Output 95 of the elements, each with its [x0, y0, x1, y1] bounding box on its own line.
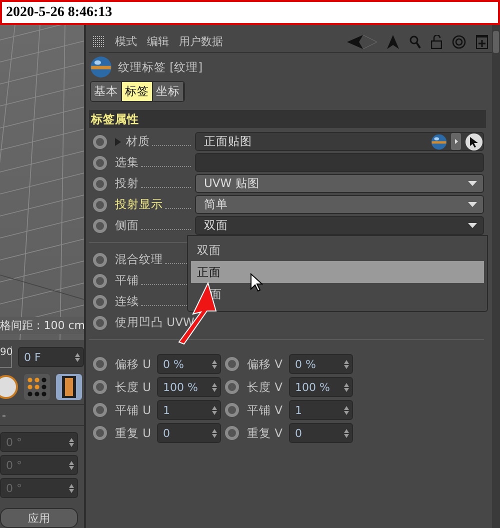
menu-item[interactable]: 模式	[115, 34, 137, 49]
number-field[interactable]: 1	[289, 400, 353, 420]
tab[interactable]: 坐标	[153, 82, 184, 101]
spinner-icon[interactable]	[212, 428, 217, 438]
property-label: 侧面	[115, 218, 139, 233]
keyframe-radio[interactable]	[93, 274, 107, 288]
spinner-icon[interactable]	[344, 406, 349, 414]
section-header: 标签属性	[89, 110, 486, 128]
dropdown-option[interactable]: 双面	[191, 239, 484, 261]
parameter-label: 平铺 U	[115, 402, 152, 418]
property-label: 投射	[115, 176, 139, 191]
menu-item[interactable]: 用户数据	[179, 34, 223, 49]
new-panel-icon[interactable]	[476, 34, 488, 48]
property-label: 连续	[115, 294, 139, 309]
keyframe-radio[interactable]	[93, 156, 107, 170]
pointer-button-icon[interactable]	[465, 132, 483, 150]
padlock-icon[interactable]	[431, 34, 442, 48]
parameter-label: 重复 U	[115, 426, 152, 440]
back-arrow-icon[interactable]	[347, 34, 377, 48]
property-label: 混合纹理	[115, 252, 163, 267]
spinner-icon[interactable]	[344, 382, 349, 392]
property-label: 投射显示	[115, 197, 163, 212]
keyframe-radio[interactable]	[93, 218, 107, 232]
up-arrow-icon[interactable]	[387, 34, 399, 48]
material-link-field[interactable]: 正面贴图	[195, 132, 484, 151]
keyframe-radio[interactable]	[93, 357, 107, 371]
section-header: -	[0, 404, 84, 426]
property-label: 使用凹凸 UVW	[115, 315, 194, 330]
keyframe-radio[interactable]	[225, 426, 239, 440]
keyframe-record-icon[interactable]	[0, 375, 18, 399]
dropdown[interactable]: 简单	[195, 195, 484, 214]
dropdown[interactable]: 双面	[195, 216, 484, 235]
keyframe-radio[interactable]	[93, 252, 107, 266]
spinner-icon[interactable]	[75, 352, 80, 362]
spinner-icon[interactable]	[212, 406, 217, 414]
keyframe-radio[interactable]	[225, 403, 239, 417]
property-label: 材质	[126, 134, 150, 149]
keyframe-radio[interactable]	[93, 403, 107, 417]
keyframe-radio[interactable]	[93, 198, 107, 212]
number-field[interactable]: 1	[157, 400, 221, 420]
dot-grid-icon[interactable]	[24, 374, 50, 400]
spinner-icon[interactable]	[69, 438, 74, 446]
target-icon[interactable]	[452, 34, 466, 48]
sphere-icon	[431, 134, 447, 150]
search-icon[interactable]	[409, 34, 421, 48]
property-label: 平铺	[115, 273, 139, 288]
parameter-label: 重复 V	[247, 426, 284, 440]
spinner-icon[interactable]	[69, 460, 74, 470]
tab[interactable]: 标签	[122, 82, 153, 101]
arrow-button-icon[interactable]	[451, 133, 461, 150]
number-field[interactable]: 100 %	[157, 377, 221, 397]
apply-button[interactable]: 应用	[0, 508, 78, 528]
number-field[interactable]: 0	[157, 423, 221, 443]
parameter-label: 长度 V	[247, 380, 284, 394]
dropdown-option[interactable]: 正面	[191, 261, 484, 283]
caret-icon[interactable]	[468, 181, 477, 186]
spinner-icon[interactable]	[344, 360, 349, 368]
tab[interactable]: 基本	[91, 82, 122, 101]
sphere-icon	[90, 56, 112, 78]
menu-item[interactable]: 编辑	[147, 34, 169, 49]
keyframe-radio[interactable]	[93, 380, 107, 394]
frame-field[interactable]: 0 F	[18, 347, 84, 367]
property-label: 选集	[115, 155, 139, 170]
keyframe-radio[interactable]	[93, 294, 107, 308]
grip-icon[interactable]	[93, 36, 105, 48]
spinner-icon[interactable]	[212, 360, 217, 368]
mouse-cursor-icon	[250, 273, 263, 292]
keyframe-radio[interactable]	[225, 357, 239, 371]
object-title: 纹理标签 [纹理]	[118, 60, 203, 74]
parameter-label: 偏移 V	[247, 356, 284, 372]
number-field[interactable]: 0 %	[289, 354, 353, 374]
dropdown[interactable]: UVW 贴图	[195, 174, 484, 193]
keyframe-radio[interactable]	[225, 380, 239, 394]
keyframe-radio[interactable]	[93, 176, 107, 190]
spinner-icon[interactable]	[69, 484, 74, 492]
caret-icon[interactable]	[468, 223, 477, 228]
spinner-icon[interactable]	[212, 382, 217, 392]
expand-triangle-icon[interactable]	[115, 138, 121, 146]
parameter-label: 平铺 V	[247, 402, 284, 418]
keyframe-radio[interactable]	[93, 426, 107, 440]
number-field[interactable]: 0	[289, 423, 353, 443]
keyframe-radio[interactable]	[93, 134, 107, 148]
timeline-ruler: 90	[0, 346, 12, 368]
selection-field[interactable]	[195, 153, 484, 172]
spinner-icon[interactable]	[344, 428, 349, 438]
parameter-label: 偏移 U	[115, 356, 152, 372]
timestamp: 2020-5-26 8:46:13	[6, 4, 112, 20]
parameter-label: 长度 U	[115, 380, 152, 394]
number-field[interactable]: 0 %	[157, 354, 221, 374]
scrollbar-thumb[interactable]	[493, 31, 499, 53]
grid-spacing-label: 格间距 : 100 cm	[0, 317, 84, 334]
film-strip-icon[interactable]	[56, 374, 82, 400]
number-field[interactable]: 100 %	[289, 377, 353, 397]
keyframe-radio[interactable]	[93, 316, 107, 330]
caret-icon[interactable]	[468, 202, 477, 207]
